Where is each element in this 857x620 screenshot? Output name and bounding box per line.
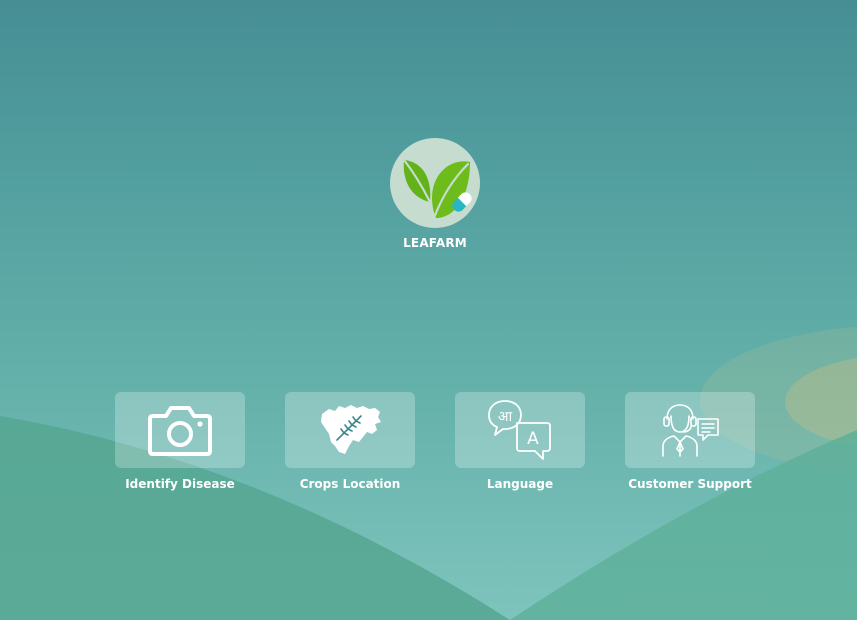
language-tile[interactable]: आ A — [455, 392, 585, 468]
identify-disease-tile[interactable] — [115, 392, 245, 468]
brand-name: LEAFARM — [403, 236, 467, 250]
state-map-wheat-icon — [321, 405, 381, 454]
language-label: Language — [486, 477, 554, 491]
leaf-capsule-icon — [402, 158, 472, 220]
customer-support-button[interactable]: Customer Support — [625, 392, 755, 491]
customer-support-tile[interactable] — [625, 392, 755, 468]
app-logo — [390, 138, 480, 228]
sun-glow-inner — [785, 358, 857, 446]
language-button[interactable]: आ A Language — [455, 392, 585, 491]
identify-disease-button[interactable]: Identify Disease — [115, 392, 245, 491]
camera-icon — [148, 406, 212, 456]
left-hill — [0, 416, 510, 620]
crops-location-button[interactable]: Crops Location — [285, 392, 415, 491]
crops-location-tile[interactable] — [285, 392, 415, 468]
support-agent-icon — [662, 404, 719, 457]
customer-support-label: Customer Support — [628, 477, 752, 491]
svg-text:आ: आ — [498, 409, 513, 425]
svg-text:A: A — [527, 429, 539, 449]
identify-disease-label: Identify Disease — [125, 477, 235, 491]
language-translate-icon: आ A — [488, 400, 551, 460]
background-decoration — [0, 326, 857, 620]
crops-location-label: Crops Location — [299, 477, 401, 491]
